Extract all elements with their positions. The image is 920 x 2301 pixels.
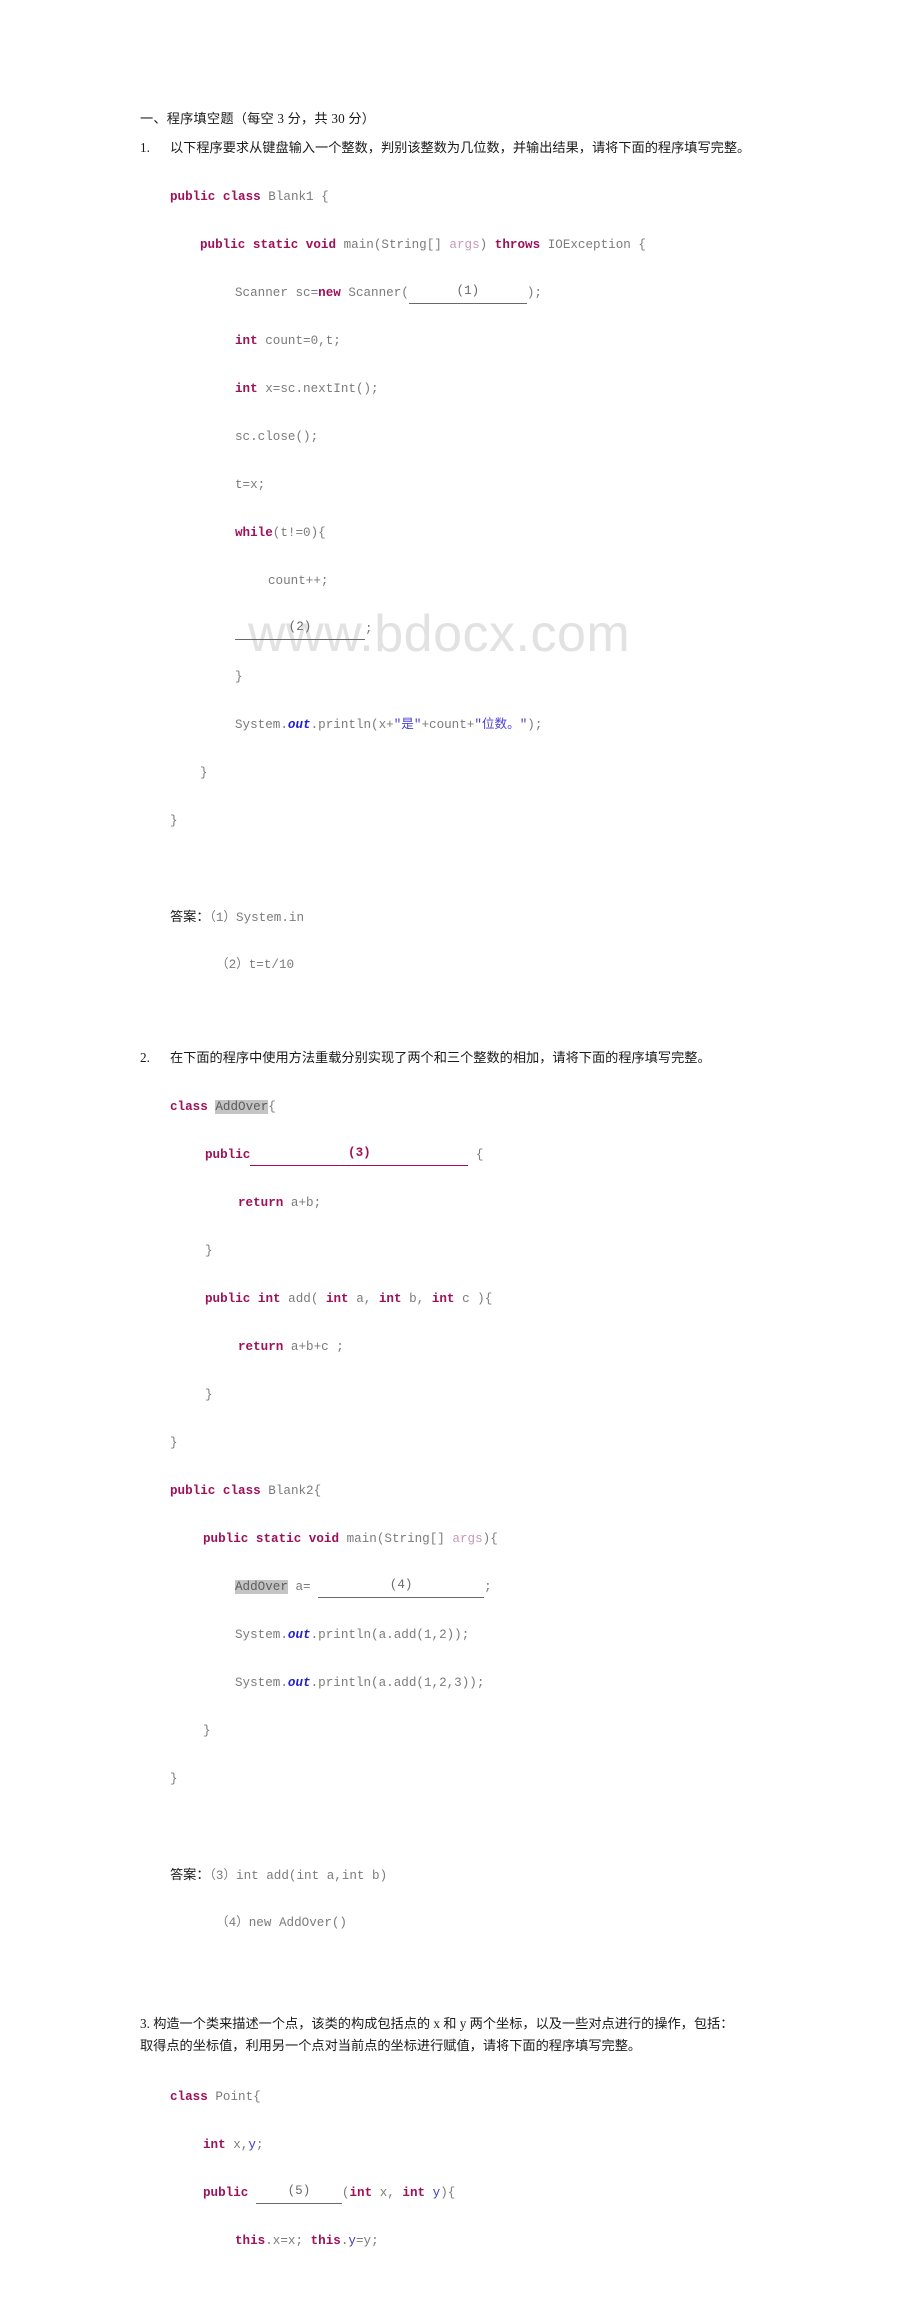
- answer-2-3: （3）int add(int a,int b): [209, 1869, 388, 1883]
- blank-3[interactable]: (3): [250, 1141, 469, 1166]
- question-2-answers: 答案：（3）int add(int a,int b) （4）new AddOve…: [140, 1839, 788, 1983]
- code-line: count++;: [268, 574, 329, 588]
- code-line: public (5) (int x, int y){: [140, 2181, 788, 2205]
- code-line: }: [170, 1772, 178, 1786]
- code-line: public static void main(String[] args){: [203, 1532, 498, 1546]
- answer-line: 答案：（3）int add(int a,int b): [140, 1863, 788, 1887]
- answer-line: 答案：（1）System.in: [140, 905, 788, 929]
- code-line: return a+b;: [238, 1196, 322, 1210]
- document-content: 一、程序填空题（每空 3 分，共 30 分） 1. 以下程序要求从键盘输入一个整…: [140, 108, 788, 2301]
- code-line: int count=0,t;: [235, 334, 341, 348]
- blank-1[interactable]: (1): [408, 279, 527, 304]
- blank-2[interactable]: (2): [235, 615, 365, 640]
- blank-5[interactable]: (5): [255, 2179, 342, 2204]
- code-line: t=x;: [235, 478, 266, 492]
- code-line: System.out.println(x+"是"+count+"位数。");: [235, 718, 543, 732]
- answer-line: （4）new AddOver(): [140, 1911, 788, 1935]
- section-heading: 一、程序填空题（每空 3 分，共 30 分）: [140, 111, 376, 126]
- code-line: public (3) {: [140, 1143, 788, 1167]
- code-line: sc.close();: [235, 430, 319, 444]
- question-2-prompt-row: 2. 在下面的程序中使用方法重载分别实现了两个和三个整数的相加，请将下面的程序填…: [140, 1047, 788, 1068]
- question-3-code: class Point{ int x,y; public (5) (int x, …: [140, 2061, 788, 2301]
- question-1-number: 1.: [140, 140, 150, 155]
- answer-label: 答案：: [170, 1867, 210, 1882]
- code-line: int x=sc.nextInt();: [235, 382, 379, 396]
- code-line: }: [203, 1724, 211, 1738]
- code-line: int x,y;: [203, 2138, 264, 2152]
- question-1-answers: 答案：（1）System.in （2）t=t/10: [140, 881, 788, 1025]
- question-2-number: 2.: [140, 1050, 150, 1065]
- code-line: public static void main(String[] args) t…: [200, 238, 646, 252]
- code-line: public int add( int a, int b, int c ){: [205, 1292, 493, 1306]
- answer-2-4: （4）new AddOver(): [216, 1916, 347, 1930]
- answer-line: （2）t=t/10: [140, 953, 788, 977]
- code-line: (2);: [140, 617, 788, 641]
- code-line: this.x=x; this.y=y;: [235, 2234, 379, 2248]
- blank-4[interactable]: (4): [318, 1573, 485, 1598]
- code-line: }: [200, 766, 208, 780]
- answer-1-2: （2）t=t/10: [216, 958, 295, 972]
- code-line: }: [170, 814, 178, 828]
- question-2-code: class AddOver{ public (3) { return a+b; }…: [140, 1071, 788, 1839]
- code-line: public class Blank2{: [170, 1484, 322, 1498]
- document-page: www.bdocx.com 一、程序填空题（每空 3 分，共 30 分） 1. …: [0, 0, 920, 2248]
- code-line: class AddOver{: [170, 1100, 276, 1114]
- code-line: AddOver a= (4);: [140, 1575, 788, 1599]
- code-line: class Point{: [170, 2090, 261, 2104]
- code-line: return a+b+c ;: [238, 1340, 344, 1354]
- code-line: Scanner sc=new Scanner((1));: [140, 281, 788, 305]
- answer-label: 答案：: [170, 909, 210, 924]
- question-3-prompt-line-1: 3. 构造一个类来描述一个点，该类的构成包括点的 x 和 y 两个坐标，以及一些…: [140, 2016, 734, 2031]
- code-line: while(t!=0){: [235, 526, 326, 540]
- question-1-code: public class Blank1 { public static void…: [140, 161, 788, 881]
- question-2-prompt: 在下面的程序中使用方法重载分别实现了两个和三个整数的相加，请将下面的程序填写完整…: [170, 1050, 711, 1065]
- question-3-prompt-line-2: 取得点的坐标值，利用另一个点对当前点的坐标进行赋值，请将下面的程序填写完整。: [140, 2038, 642, 2053]
- code-line: public class Blank1 {: [170, 190, 329, 204]
- code-line: }: [235, 670, 243, 684]
- code-line: System.out.println(a.add(1,2,3));: [235, 1676, 485, 1690]
- code-line: System.out.println(a.add(1,2));: [235, 1628, 470, 1642]
- question-1-prompt-row: 1. 以下程序要求从键盘输入一个整数，判别该整数为几位数，并输出结果，请将下面的…: [140, 137, 788, 158]
- code-line: }: [205, 1388, 213, 1402]
- question-1-prompt: 以下程序要求从键盘输入一个整数，判别该整数为几位数，并输出结果，请将下面的程序填…: [170, 140, 751, 155]
- code-line: }: [170, 1436, 178, 1450]
- code-line: }: [205, 1244, 213, 1258]
- answer-1-1: （1）System.in: [209, 911, 305, 925]
